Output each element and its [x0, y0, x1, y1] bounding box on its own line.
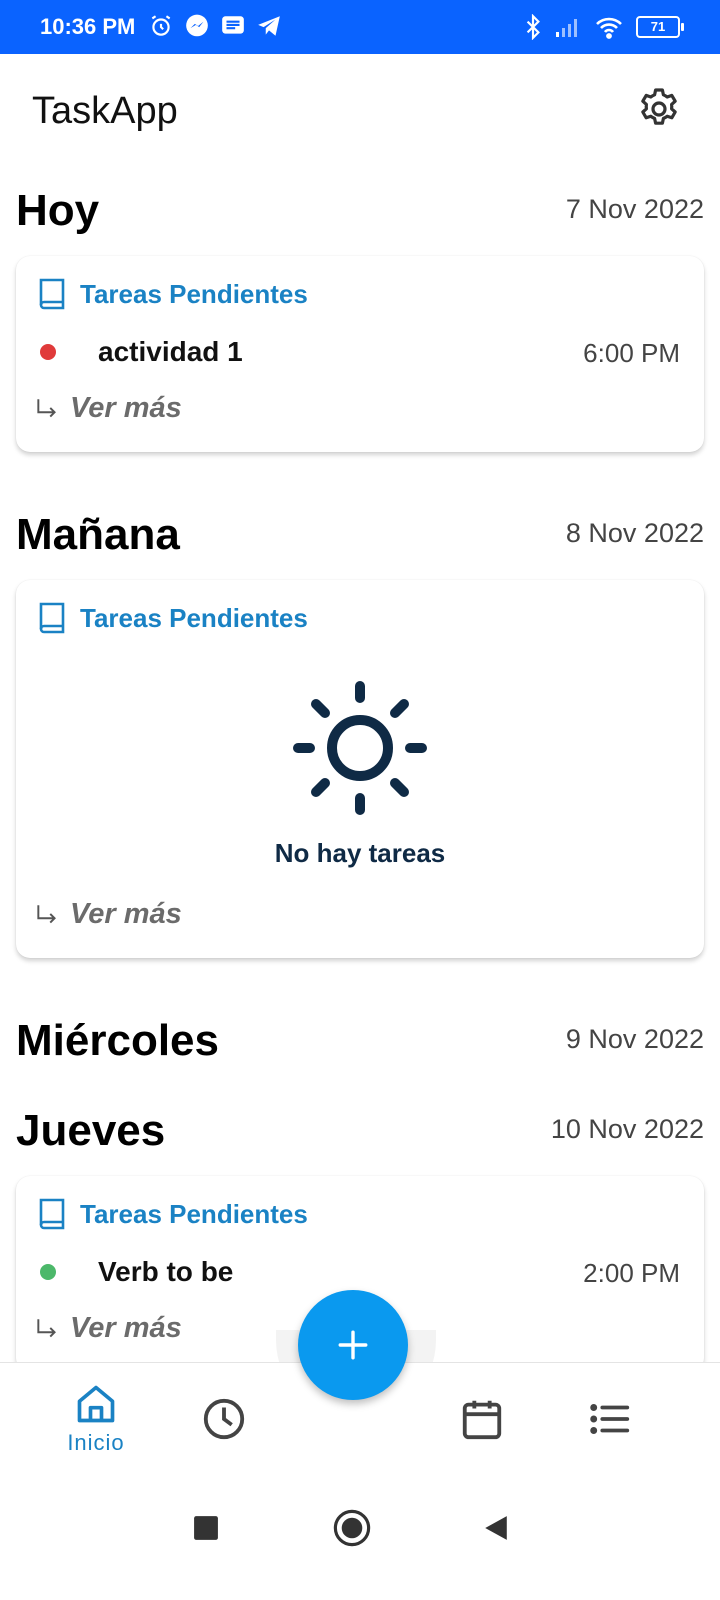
- ver-mas-label: Ver más: [70, 392, 182, 424]
- empty-message: No hay tareas: [274, 838, 446, 868]
- day-header-hoy: Hoy 7 Nov 2022: [16, 186, 704, 246]
- day-date: 10 Nov 2022: [550, 1114, 704, 1144]
- day-header-miercoles: Miércoles 9 Nov 2022: [16, 1016, 704, 1076]
- task-item[interactable]: Verb to be 2:00 PM: [36, 1252, 680, 1292]
- list-icon: [590, 1404, 630, 1434]
- task-time: 6:00 PM: [583, 338, 680, 368]
- card-title: Tareas Pendientes: [80, 1198, 308, 1229]
- status-bar: 10:36 PM 71: [0, 0, 720, 54]
- day-date: 7 Nov 2022: [565, 194, 704, 224]
- arrow-return-icon: [37, 1318, 56, 1337]
- card-header: Tareas Pendientes: [36, 1196, 308, 1232]
- recent-apps-button[interactable]: [186, 1508, 226, 1548]
- alarm-icon: [151, 15, 171, 36]
- gear-icon: [641, 88, 677, 125]
- message-icon: [222, 16, 244, 34]
- card-header: Tareas Pendientes: [36, 600, 308, 636]
- home-icon: [77, 1385, 115, 1423]
- day-name: Jueves: [16, 1106, 166, 1155]
- ver-mas-link[interactable]: Ver más: [34, 898, 182, 931]
- day-name: Mañana: [16, 510, 180, 559]
- telegram-icon: [258, 16, 280, 36]
- nav-item-list[interactable]: [560, 1363, 660, 1475]
- add-task-button[interactable]: [298, 1290, 408, 1400]
- app-title: TaskApp: [32, 90, 178, 132]
- home-system-button[interactable]: [332, 1508, 372, 1548]
- status-left-icons: [148, 13, 282, 39]
- ver-mas-link[interactable]: Ver más: [34, 1312, 182, 1345]
- empty-state: [16, 678, 704, 823]
- card-title: Tareas Pendientes: [80, 602, 308, 633]
- settings-button[interactable]: [634, 84, 684, 134]
- messenger-icon: [186, 14, 208, 37]
- status-right-icons: 71: [524, 14, 684, 40]
- day-header-manana: Mañana 8 Nov 2022: [16, 510, 704, 570]
- day-date: 9 Nov 2022: [565, 1024, 704, 1054]
- ver-mas-link[interactable]: Ver más: [34, 392, 182, 425]
- sun-icon: [293, 681, 427, 815]
- wifi-icon: [596, 17, 622, 39]
- task-item[interactable]: actividad 1 6:00 PM: [36, 332, 680, 372]
- nav-item-inicio[interactable]: Inicio: [46, 1363, 146, 1475]
- book-icon: [39, 1198, 65, 1230]
- battery-icon: 71: [636, 16, 684, 38]
- day-date: 8 Nov 2022: [565, 518, 704, 548]
- ver-mas-label: Ver más: [70, 898, 182, 930]
- system-navigation-bar: [0, 1474, 720, 1600]
- day-name: Hoy: [16, 186, 100, 235]
- back-button[interactable]: [476, 1508, 516, 1548]
- calendar-icon: [462, 1400, 502, 1440]
- task-status-dot: [40, 344, 56, 360]
- triangle-back-icon: [485, 1516, 507, 1540]
- task-name: actividad 1: [98, 336, 243, 367]
- book-icon: [39, 602, 65, 634]
- square-icon: [194, 1516, 218, 1540]
- app-header: TaskApp: [0, 54, 720, 164]
- tasks-card-manana: Tareas Pendientes No hay tareas Ver más: [16, 580, 704, 958]
- day-header-jueves: Jueves 10 Nov 2022: [16, 1106, 704, 1166]
- tasks-card-hoy: Tareas Pendientes actividad 1 6:00 PM Ve…: [16, 256, 704, 452]
- task-status-dot: [40, 1264, 56, 1280]
- card-title: Tareas Pendientes: [80, 278, 308, 309]
- day-name: Miércoles: [16, 1016, 219, 1065]
- arrow-return-icon: [37, 904, 56, 923]
- nav-item-calendar[interactable]: [432, 1363, 532, 1475]
- arrow-return-icon: [37, 398, 56, 417]
- task-time: 2:00 PM: [583, 1258, 680, 1288]
- signal-icon: [556, 19, 577, 37]
- plus-icon: [338, 1330, 368, 1360]
- bluetooth-icon: [526, 14, 540, 40]
- nav-item-history[interactable]: [174, 1363, 274, 1475]
- status-time: 10:36 PM: [40, 14, 136, 39]
- circle-icon: [333, 1509, 371, 1547]
- task-name: Verb to be: [98, 1256, 234, 1287]
- card-header: Tareas Pendientes: [36, 276, 308, 312]
- clock-icon: [203, 1398, 245, 1440]
- ver-mas-label: Ver más: [70, 1312, 182, 1344]
- book-icon: [39, 278, 65, 310]
- nav-label: Inicio: [67, 1430, 125, 1455]
